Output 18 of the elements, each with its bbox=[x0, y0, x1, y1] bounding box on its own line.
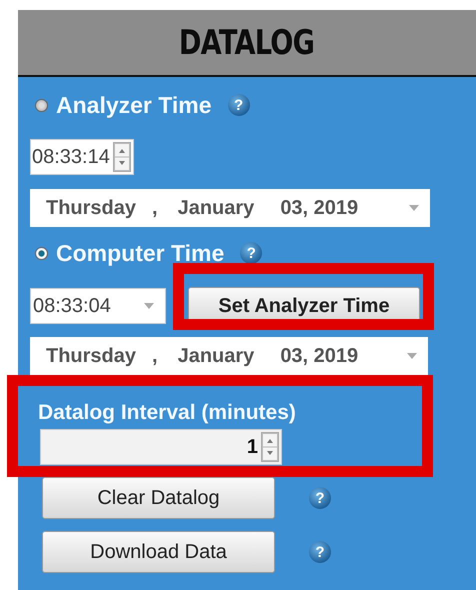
radio-label: Analyzer Time bbox=[56, 92, 212, 118]
interval-spinner[interactable]: 1 bbox=[40, 429, 282, 465]
spinner-arrows-icon[interactable] bbox=[261, 432, 279, 462]
radio-button[interactable] bbox=[35, 98, 48, 112]
field-label: Datalog Interval (minutes) bbox=[38, 401, 297, 425]
radio-button[interactable] bbox=[35, 246, 48, 260]
time-spinner[interactable]: 08:33:14 bbox=[30, 139, 134, 175]
panel-title: DATALOG bbox=[179, 22, 315, 62]
time-dropdown[interactable]: 08:33:04 bbox=[30, 288, 166, 324]
date-dropdown[interactable]: Thursday , January 03, 2019 bbox=[30, 189, 430, 227]
dropdown-caret-icon bbox=[406, 352, 418, 360]
radio-label: Computer Time bbox=[56, 240, 224, 266]
dropdown-caret-icon bbox=[143, 302, 155, 310]
dropdown-caret-icon bbox=[408, 204, 420, 212]
spinner-arrows-icon[interactable] bbox=[112, 142, 131, 172]
date-dropdown[interactable]: Thursday , January 03, 2019 bbox=[30, 337, 428, 375]
action-button[interactable]: Download Data bbox=[42, 531, 275, 573]
action-button[interactable]: Clear Datalog bbox=[42, 477, 275, 519]
